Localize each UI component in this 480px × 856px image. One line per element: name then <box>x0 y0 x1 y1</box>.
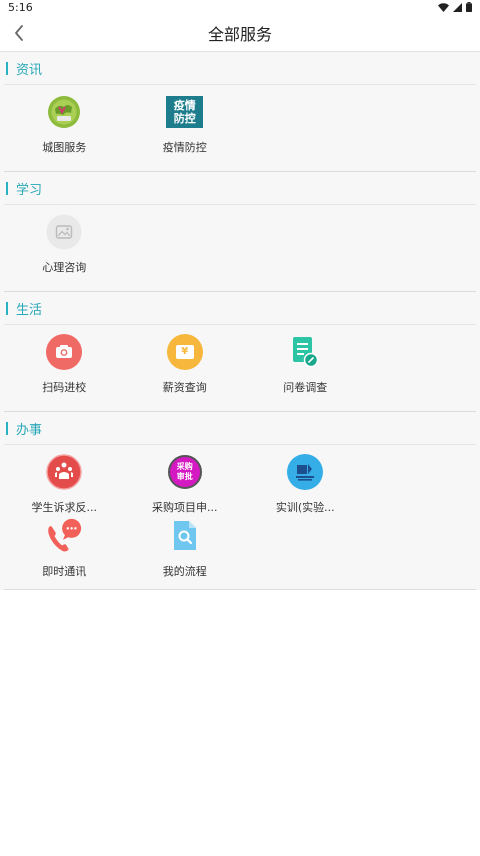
status-bar: 5:16 <box>0 0 480 14</box>
document-edit-icon <box>286 333 324 371</box>
section-header: 学习 <box>4 172 476 205</box>
service-item-city-map[interactable]: 城图服务 <box>4 93 125 157</box>
service-label: 问卷调查 <box>283 381 328 394</box>
section-affairs: 办事 学生诉求反... 采购 审批 采购项目申... 实训(实验... 即时通讯… <box>4 412 476 590</box>
image-placeholder-icon <box>45 213 83 251</box>
page-title: 全部服务 <box>207 24 272 44</box>
service-item-scan-entry[interactable]: 扫码进校 <box>4 333 125 397</box>
service-label: 采购项目申... <box>152 501 218 514</box>
signal-icon <box>453 2 462 12</box>
section-accent-bar <box>6 421 8 435</box>
service-label: 我的流程 <box>162 565 207 578</box>
service-list: 资讯 城图服务 疫情 防控 疫情防控 学习 心理咨询 生活 扫码进校 ¥ 薪资查… <box>0 52 480 590</box>
battery-icon <box>466 2 472 12</box>
status-time: 5:16 <box>8 0 33 14</box>
service-label: 疫情防控 <box>162 141 207 154</box>
camera-icon <box>45 333 83 371</box>
section-header: 办事 <box>4 412 476 445</box>
section-accent-bar <box>6 301 8 315</box>
folder-yuan-icon: ¥ <box>166 333 204 371</box>
service-item-student-appeal[interactable]: 学生诉求反... <box>4 453 125 517</box>
service-item-epidemic-control[interactable]: 疫情 防控 疫情防控 <box>125 93 246 157</box>
service-label: 即时通讯 <box>42 565 87 578</box>
service-grid: 心理咨询 <box>4 205 476 291</box>
student-appeal-icon <box>45 453 83 491</box>
map-globe-icon <box>45 93 83 131</box>
section-life: 生活 扫码进校 ¥ 薪资查询 问卷调查 <box>4 292 476 412</box>
service-label: 城图服务 <box>42 141 87 154</box>
service-grid: 城图服务 疫情 防控 疫情防控 <box>4 85 476 171</box>
search-document-icon <box>166 517 204 555</box>
chevron-left-icon <box>15 25 23 41</box>
service-label: 学生诉求反... <box>31 501 98 514</box>
section-header: 资讯 <box>4 52 476 85</box>
section-title: 学习 <box>16 182 43 198</box>
wifi-icon <box>438 2 449 12</box>
section-accent-bar <box>6 181 8 195</box>
section-title: 资讯 <box>16 62 43 78</box>
section-title: 生活 <box>16 302 43 318</box>
section-news: 资讯 城图服务 疫情 防控 疫情防控 <box>4 52 476 172</box>
service-label: 实训(实验... <box>275 501 335 514</box>
app-header: 全部服务 <box>0 14 480 52</box>
section-title: 办事 <box>16 422 43 438</box>
service-item-my-process[interactable]: 我的流程 <box>125 517 246 581</box>
purchase-approval-icon: 采购 审批 <box>166 453 204 491</box>
service-item-survey[interactable]: 问卷调查 <box>245 333 366 397</box>
epidemic-control-icon: 疫情 防控 <box>166 93 204 131</box>
section-accent-bar <box>6 61 8 75</box>
service-grid: 学生诉求反... 采购 审批 采购项目申... 实训(实验... 即时通讯 我的… <box>4 445 476 589</box>
service-item-salary-query[interactable]: ¥ 薪资查询 <box>125 333 246 397</box>
service-item-training-lab[interactable]: 实训(实验... <box>245 453 366 517</box>
service-item-instant-message[interactable]: 即时通讯 <box>4 517 125 581</box>
back-button[interactable] <box>6 20 32 46</box>
service-label: 薪资查询 <box>162 381 207 394</box>
service-item-counseling[interactable]: 心理咨询 <box>4 213 125 277</box>
service-grid: 扫码进校 ¥ 薪资查询 问卷调查 <box>4 325 476 411</box>
training-lab-icon <box>286 453 324 491</box>
service-label: 心理咨询 <box>42 261 87 274</box>
service-item-purchase-apply[interactable]: 采购 审批 采购项目申... <box>125 453 246 517</box>
phone-chat-icon <box>45 517 83 555</box>
section-header: 生活 <box>4 292 476 325</box>
section-study: 学习 心理咨询 <box>4 172 476 292</box>
service-label: 扫码进校 <box>42 381 87 394</box>
